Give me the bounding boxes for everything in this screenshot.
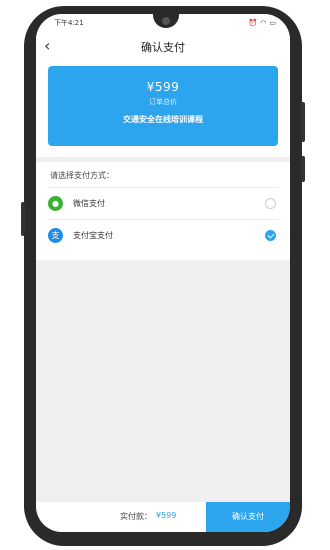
- payment-option-wechat[interactable]: ● 微信支付: [36, 187, 290, 218]
- payment-option-label: 微信支付: [73, 199, 105, 208]
- payment-option-alipay[interactable]: 支 支付宝支付: [36, 219, 290, 250]
- battery-icon: ▭: [269, 19, 276, 27]
- left-button: [21, 202, 25, 236]
- bottom-bar: 实付款： ¥599 确认支付: [36, 502, 290, 532]
- order-amount: ¥599: [146, 80, 180, 94]
- pay-amount-label: 实付款：: [120, 512, 152, 521]
- pay-amount: ¥599: [156, 511, 177, 520]
- status-time: 下午4:21: [54, 19, 84, 27]
- nav-bar: ‹ 确认支付: [36, 32, 290, 62]
- wechat-radio[interactable]: [265, 198, 276, 209]
- wifi-icon: ◠: [260, 19, 267, 27]
- payment-option-label: 支付宝支付: [73, 231, 113, 240]
- volume-button: [301, 102, 305, 142]
- camera-icon: [162, 17, 170, 25]
- confirm-pay-button[interactable]: 确认支付: [206, 502, 290, 532]
- order-amount-label: 订单总价: [149, 98, 177, 106]
- course-name: 交通安全在线培训课程: [123, 115, 203, 124]
- alipay-icon: 支: [48, 228, 63, 243]
- order-summary-card: ¥599 订单总价 交通安全在线培训课程: [48, 66, 278, 146]
- alarm-icon: ⏰: [248, 19, 258, 27]
- payment-methods: 请选择支付方式： ● 微信支付 支 支付宝支付: [36, 162, 290, 260]
- power-button: [301, 156, 305, 182]
- wechat-icon: ●: [48, 196, 63, 211]
- alipay-radio[interactable]: [265, 230, 276, 241]
- divider: [48, 219, 278, 220]
- page-title: 确认支付: [141, 41, 185, 54]
- divider: [48, 187, 278, 188]
- status-icons: ⏰ ◠ ▭: [249, 19, 276, 27]
- phone-screen: 下午4:21 ⏰ ◠ ▭ ‹ 确认支付 ¥599 订单总价 交通安全在线培训课程…: [36, 14, 290, 532]
- payment-methods-title: 请选择支付方式：: [50, 171, 114, 180]
